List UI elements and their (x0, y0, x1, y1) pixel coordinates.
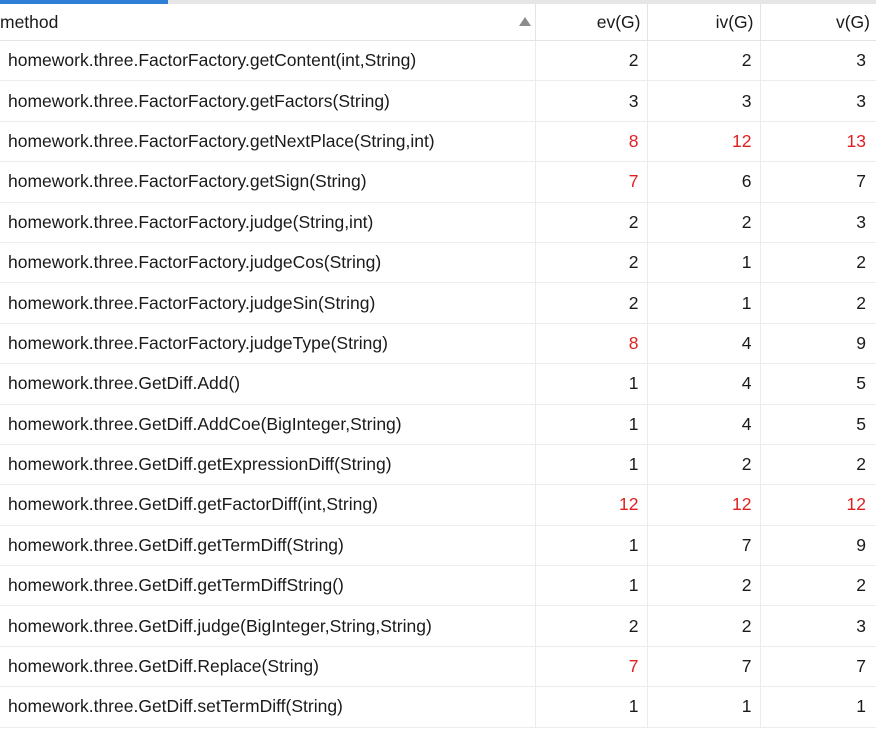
v-value-cell: 5 (760, 363, 876, 405)
v-value-cell: 2 (760, 242, 876, 284)
table-row[interactable]: homework.three.GetDiff.setTermDiff(Strin… (0, 686, 876, 728)
table-row[interactable]: homework.three.GetDiff.getTermDiffString… (0, 565, 876, 607)
method-cell: homework.three.GetDiff.AddCoe(BigInteger… (0, 404, 536, 445)
iv-value-cell: 2 (647, 40, 761, 82)
v-value-cell: 3 (760, 605, 876, 647)
method-cell: homework.three.FactorFactory.getFactors(… (0, 80, 536, 122)
ev-value-cell: 1 (535, 404, 648, 445)
table-row[interactable]: homework.three.FactorFactory.getSign(Str… (0, 161, 876, 203)
table-row[interactable]: homework.three.GetDiff.getTermDiff(Strin… (0, 525, 876, 567)
table-row[interactable]: homework.three.FactorFactory.judgeSin(St… (0, 282, 876, 324)
method-cell: homework.three.FactorFactory.getSign(Str… (0, 161, 536, 203)
ev-value-cell: 2 (535, 40, 648, 82)
table-body: homework.three.FactorFactory.getContent(… (0, 40, 876, 728)
method-cell: homework.three.FactorFactory.getContent(… (0, 40, 536, 82)
table-row[interactable]: homework.three.FactorFactory.getNextPlac… (0, 121, 876, 163)
table-row[interactable]: homework.three.FactorFactory.getFactors(… (0, 80, 876, 122)
ev-value-cell: 12 (535, 484, 648, 526)
v-value-cell: 5 (760, 404, 876, 445)
table-row[interactable]: homework.three.GetDiff.Add() 1 4 5 (0, 363, 876, 405)
method-cell: homework.three.GetDiff.getTermDiff(Strin… (0, 525, 536, 567)
v-value-cell: 3 (760, 80, 876, 122)
iv-value-cell: 12 (647, 484, 761, 526)
v-value-cell: 2 (760, 282, 876, 324)
method-cell: homework.three.FactorFactory.judgeCos(St… (0, 242, 536, 284)
iv-value-cell: 4 (647, 363, 761, 405)
table-row[interactable]: homework.three.FactorFactory.judgeCos(St… (0, 242, 876, 284)
ev-value-cell: 1 (535, 525, 648, 567)
iv-value-cell: 2 (647, 605, 761, 647)
method-cell: homework.three.FactorFactory.judgeType(S… (0, 323, 536, 365)
iv-value-cell: 6 (647, 161, 761, 203)
column-header-ev[interactable]: ev(G) (535, 4, 648, 41)
method-cell: homework.three.FactorFactory.getNextPlac… (0, 121, 536, 163)
method-cell: homework.three.FactorFactory.judgeSin(St… (0, 282, 536, 324)
iv-value-cell: 4 (647, 323, 761, 365)
v-value-cell: 2 (760, 444, 876, 486)
table-row[interactable]: homework.three.GetDiff.getExpressionDiff… (0, 444, 876, 486)
v-value-cell: 9 (760, 323, 876, 365)
sort-up-triangle-icon[interactable] (518, 17, 531, 26)
iv-value-cell: 2 (647, 565, 761, 607)
column-header-label: ev(G) (596, 11, 641, 32)
iv-value-cell: 2 (647, 444, 761, 486)
iv-value-cell: 7 (647, 525, 761, 567)
iv-value-cell: 1 (647, 282, 761, 324)
method-cell: homework.three.GetDiff.judge(BigInteger,… (0, 605, 536, 647)
table-row[interactable]: homework.three.GetDiff.AddCoe(BigInteger… (0, 404, 876, 445)
table-row[interactable]: homework.three.FactorFactory.judge(Strin… (0, 202, 876, 243)
method-cell: homework.three.GetDiff.getFactorDiff(int… (0, 484, 536, 526)
ev-value-cell: 1 (535, 686, 648, 728)
table-row[interactable]: homework.three.FactorFactory.getContent(… (0, 40, 876, 82)
iv-value-cell: 1 (647, 242, 761, 284)
ev-value-cell: 7 (535, 161, 648, 203)
ev-value-cell: 2 (535, 282, 648, 324)
iv-value-cell: 3 (647, 80, 761, 122)
table-row[interactable]: homework.three.GetDiff.Replace(String) 7 7… (0, 646, 876, 688)
column-header-iv[interactable]: iv(G) (647, 4, 761, 41)
v-value-cell: 9 (760, 525, 876, 567)
table-row[interactable]: homework.three.FactorFactory.judgeType(S… (0, 323, 876, 365)
table-header-row: method ev(G) iv(G) v(G) (0, 4, 876, 41)
ev-value-cell: 8 (535, 323, 648, 365)
v-value-cell: 13 (760, 121, 876, 163)
ev-value-cell: 2 (535, 202, 648, 243)
v-value-cell: 1 (760, 686, 876, 728)
ev-value-cell: 7 (535, 646, 648, 688)
method-cell: homework.three.GetDiff.getTermDiffString… (0, 565, 536, 607)
v-value-cell: 3 (760, 202, 876, 243)
ev-value-cell: 2 (535, 605, 648, 647)
column-header-label: method (0, 11, 59, 32)
iv-value-cell: 7 (647, 646, 761, 688)
v-value-cell: 12 (760, 484, 876, 526)
column-header-method[interactable]: method (0, 4, 536, 41)
iv-value-cell: 12 (647, 121, 761, 163)
table-row[interactable]: homework.three.GetDiff.judge(BigInteger,… (0, 605, 876, 647)
ev-value-cell: 3 (535, 80, 648, 122)
method-cell: homework.three.GetDiff.Add() (0, 363, 536, 405)
column-header-v[interactable]: v(G) (760, 4, 876, 41)
column-header-label: iv(G) (715, 11, 754, 32)
iv-value-cell: 4 (647, 404, 761, 445)
ev-value-cell: 8 (535, 121, 648, 163)
v-value-cell: 7 (760, 646, 876, 688)
ev-value-cell: 1 (535, 444, 648, 486)
ev-value-cell: 2 (535, 242, 648, 284)
ev-value-cell: 1 (535, 363, 648, 405)
method-cell: homework.three.GetDiff.getExpressionDiff… (0, 444, 536, 486)
metrics-table: method ev(G) iv(G) v(G) homework.three.F… (0, 4, 876, 728)
v-value-cell: 7 (760, 161, 876, 203)
column-header-label: v(G) (835, 11, 870, 32)
table-row[interactable]: homework.three.GetDiff.getFactorDiff(int… (0, 484, 876, 526)
ev-value-cell: 1 (535, 565, 648, 607)
method-cell: homework.three.GetDiff.Replace(String) (0, 646, 536, 688)
iv-value-cell: 2 (647, 202, 761, 243)
method-cell: homework.three.FactorFactory.judge(Strin… (0, 202, 536, 243)
iv-value-cell: 1 (647, 686, 761, 728)
method-cell: homework.three.GetDiff.setTermDiff(Strin… (0, 686, 536, 728)
v-value-cell: 2 (760, 565, 876, 607)
v-value-cell: 3 (760, 40, 876, 82)
